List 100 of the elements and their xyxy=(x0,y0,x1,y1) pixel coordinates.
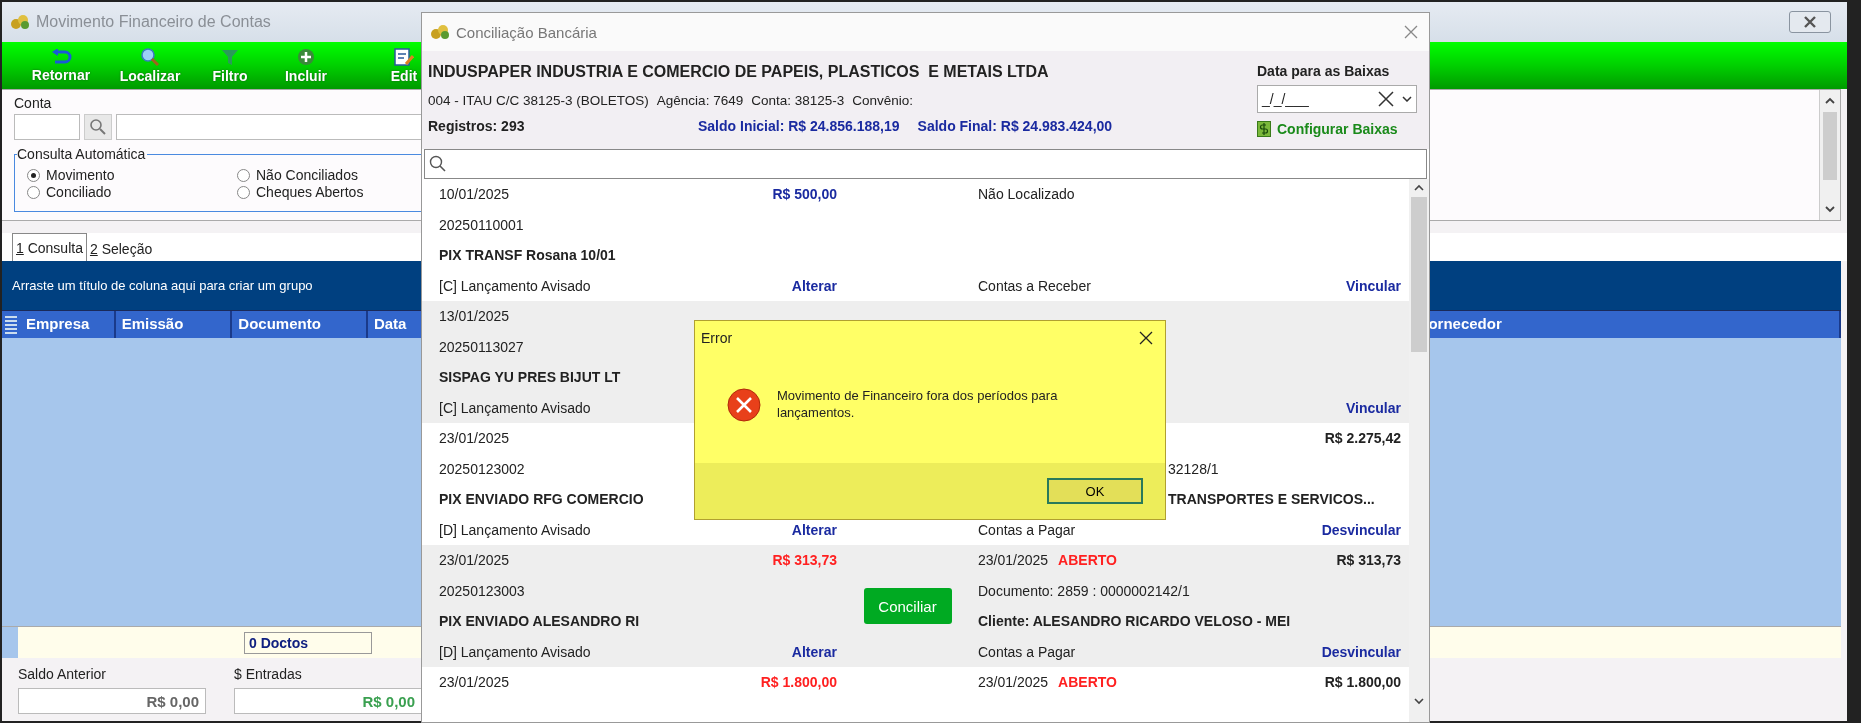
transaction-row[interactable]: 23/01/2025 R$ 1.800,00 23/01/2025 ABERTO R$ 1.800,00 xyxy=(422,667,1409,722)
total-label: $ Entradas xyxy=(234,666,303,682)
date-field[interactable]: _/_/___ xyxy=(1257,85,1417,113)
records-count: Registros: 293 xyxy=(428,118,526,134)
status-text: ABERTO xyxy=(1058,674,1117,691)
transaction-row[interactable]: 10/01/2025 R$ 500,00 Não Localizado 20250110001 PIX TRANSF Rosana 10/01 [C] Lançamento Avisado Alterar Contas a Receber Vincular xyxy=(422,179,1409,301)
search-icon xyxy=(429,155,447,173)
scrollbar[interactable] xyxy=(1409,179,1429,722)
scroll-thumb[interactable] xyxy=(1411,197,1427,352)
amount-text: R$ 1.800,00 xyxy=(760,674,837,691)
dialog-title: Error xyxy=(701,330,733,346)
link-action[interactable]: Vincular xyxy=(1346,277,1401,294)
date-text: 23/01/2025 xyxy=(439,552,510,569)
total-field: R$ 0,00 xyxy=(18,688,206,714)
entry-type-text: [C] Lançamento Avisado xyxy=(439,277,591,294)
search-icon xyxy=(89,118,107,136)
status-text: ABERTO xyxy=(1058,552,1117,569)
edit-link[interactable]: Alterar xyxy=(791,643,837,660)
description-text: SISPAG YU PRES BIJUT LT xyxy=(439,369,621,386)
document-text: 32128/1 xyxy=(1168,460,1219,477)
radio-button[interactable] xyxy=(237,185,250,199)
error-icon xyxy=(727,388,761,422)
transaction-row[interactable] xyxy=(422,545,1409,667)
chevron-down-icon[interactable] xyxy=(1824,204,1836,214)
date-text: 10/01/2025 xyxy=(439,186,510,203)
code-text: 20250110001 xyxy=(439,216,524,233)
link-action[interactable]: Vincular xyxy=(1346,399,1401,416)
close-button[interactable] xyxy=(1789,11,1831,33)
account-type-text: Contas a Pagar xyxy=(978,521,1076,538)
scrollbar[interactable] xyxy=(1819,90,1840,220)
description-text: PIX ENVIADO RFG COMERCIO xyxy=(439,491,644,508)
document-text: Documento: 2859 : 0000002142/1 xyxy=(978,582,1190,599)
client-text: TRANSPORTES E SERVICOS... xyxy=(1168,491,1375,508)
close-icon xyxy=(1803,16,1817,28)
tab[interactable]: 1 Consulta xyxy=(12,233,87,261)
edit-document-icon xyxy=(394,47,414,66)
close-button[interactable] xyxy=(1137,329,1155,347)
account-type-text: Contas a Receber xyxy=(978,277,1091,294)
search-button[interactable] xyxy=(84,114,112,140)
description-text: PIX TRANSF Rosana 10/01 xyxy=(439,247,616,264)
plus-icon xyxy=(297,47,315,66)
radio-option[interactable]: Conciliado xyxy=(27,184,112,200)
group-hint: Arraste um título de coluna aqui para criar um grupo xyxy=(12,278,313,293)
code-text: 20250113027 xyxy=(439,338,524,355)
client-text: Cliente: ALESANDRO RICARDO VELOSO - MEI xyxy=(978,613,1291,630)
total-label: Saldo Anterior xyxy=(18,666,107,682)
account-type-text: Contas a Pagar xyxy=(978,643,1076,660)
chevron-down-icon[interactable] xyxy=(1402,96,1412,102)
radio-button[interactable] xyxy=(27,185,40,199)
scroll-thumb[interactable] xyxy=(1823,112,1837,180)
edit-link[interactable]: Alterar xyxy=(791,521,837,538)
chevron-down-icon[interactable] xyxy=(1413,696,1425,706)
code-text: 20250123003 xyxy=(439,582,525,599)
window-title: Movimento Financeiro de Contas xyxy=(36,13,271,31)
chevron-up-icon[interactable] xyxy=(1824,96,1836,106)
clear-icon[interactable] xyxy=(1378,91,1394,107)
close-icon xyxy=(1404,25,1418,39)
app-icon xyxy=(10,14,30,30)
date-text: 13/01/2025 xyxy=(439,308,510,325)
initial-balance: Saldo Inicial: R$ 24.856.188,19 xyxy=(698,118,900,134)
grip-icon[interactable] xyxy=(5,314,17,335)
account-info: Convênio: xyxy=(852,93,914,108)
account-info: Agência: 7649 xyxy=(656,93,744,108)
radio-option[interactable]: Movimento xyxy=(27,167,115,183)
link-action[interactable]: Desvincular xyxy=(1321,521,1401,538)
amount-text: R$ 313,73 xyxy=(1336,552,1401,569)
radio-button[interactable] xyxy=(27,168,40,182)
document-count: 0 Doctos xyxy=(244,631,372,654)
tab[interactable]: 2 Seleção xyxy=(86,237,156,261)
entry-type-text: [D] Lançamento Avisado xyxy=(439,643,591,660)
date-text: 23/01/2025 xyxy=(978,674,1049,691)
search-field[interactable] xyxy=(424,149,1427,179)
entry-type-text: [D] Lançamento Avisado xyxy=(439,521,591,538)
entry-type-text: [C] Lançamento Avisado xyxy=(439,399,591,416)
app-icon xyxy=(430,24,450,40)
search-icon xyxy=(140,47,160,66)
date-text: 23/01/2025 xyxy=(439,674,510,691)
amount-text: R$ 313,73 xyxy=(772,552,837,569)
amount-text: R$ 2.275,42 xyxy=(1324,430,1401,447)
radio-option[interactable]: Cheques Abertos xyxy=(237,184,364,200)
group-title: Consulta Automática xyxy=(17,146,148,162)
account-code-field[interactable] xyxy=(14,114,80,140)
chevron-up-icon[interactable] xyxy=(1413,183,1425,193)
funnel-icon xyxy=(221,47,239,66)
radio-option[interactable]: Não Conciliados xyxy=(237,167,358,183)
amount-text: R$ 1.800,00 xyxy=(1324,674,1401,691)
account-info: 004 - ITAU C/C 38125-3 (BOLETOS) xyxy=(428,93,649,108)
date-label: Data para as Baixas xyxy=(1257,63,1391,79)
ok-button[interactable]: OK xyxy=(1047,478,1143,504)
undo-arrow-icon xyxy=(50,48,72,65)
radio-button[interactable] xyxy=(237,168,250,182)
description-text: PIX ENVIADO ALESANDRO RI xyxy=(439,613,640,630)
edit-link[interactable]: Alterar xyxy=(791,277,837,294)
close-icon xyxy=(1139,331,1153,345)
account-info: Conta: 38125-3 xyxy=(751,93,845,108)
error-message: Movimento de Financeiro fora dos períodos para lançamentos. xyxy=(777,388,1059,422)
link-action[interactable]: Desvincular xyxy=(1321,643,1401,660)
final-balance: Saldo Final: R$ 24.983.424,00 xyxy=(917,118,1113,134)
configure-link[interactable]: Configurar Baixas xyxy=(1257,121,1423,137)
date-text: 23/01/2025 xyxy=(439,430,510,447)
